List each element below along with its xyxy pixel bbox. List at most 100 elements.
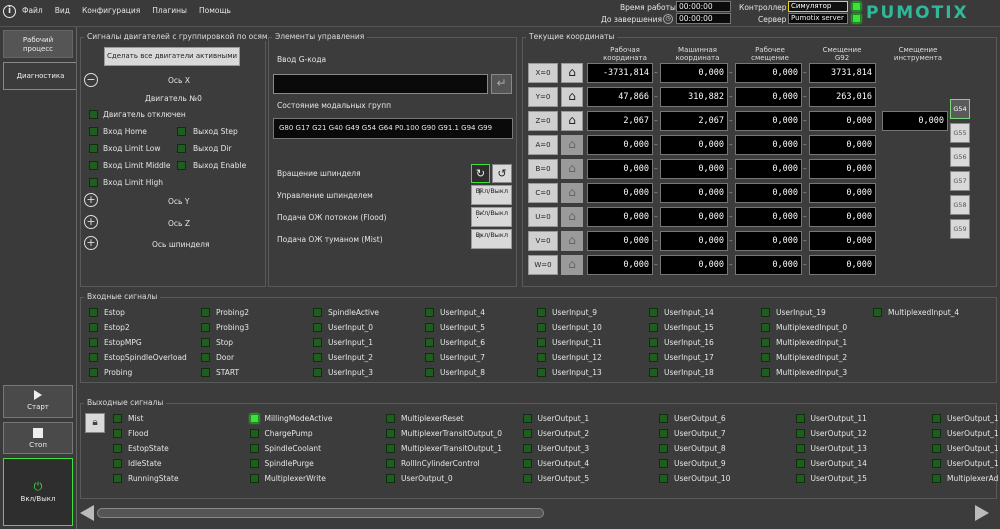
home-label: Вход Home <box>103 127 147 136</box>
signal-label: UserInput_0 <box>328 323 374 332</box>
signal-label: UserInput_3 <box>328 368 374 377</box>
signal-label: MultiplexerTransitOutput_0 <box>401 429 502 438</box>
work-process-tab[interactable]: Рабочий процесс <box>3 30 73 58</box>
work-offset-g58-button[interactable]: G58 <box>950 195 970 215</box>
separator-dash: – <box>729 116 733 125</box>
signal-led <box>537 308 546 317</box>
work-offset-g55-button[interactable]: G55 <box>950 123 970 143</box>
home-axis-icon[interactable]: ⌂ <box>561 255 583 275</box>
expand-spindle-icon[interactable]: + <box>84 236 98 250</box>
hdr-g92: Смещение G92 <box>822 46 862 62</box>
enable-led <box>177 161 186 170</box>
signal-led <box>522 459 532 468</box>
zero-axis-button[interactable]: B=0 <box>528 159 558 179</box>
signal-label: UserOutput_1 <box>947 444 999 453</box>
spindle-ccw-button[interactable]: ↺ <box>492 164 512 183</box>
spindle-toggle-button[interactable]: ⊤ Вкл/Выкл <box>471 185 512 205</box>
enable-all-motors-button[interactable]: Сделать все двигатели активными <box>104 47 240 66</box>
menu-item-0[interactable]: Файл <box>22 6 43 18</box>
diagnostics-tab[interactable]: Диагностика <box>3 62 77 90</box>
expand-z-icon[interactable]: + <box>84 215 98 229</box>
zero-axis-button[interactable]: W=0 <box>528 255 558 275</box>
flood-toggle-button[interactable]: ⋰ Вкл/Выкл <box>471 207 512 227</box>
home-axis-icon[interactable]: ⌂ <box>561 207 583 227</box>
zero-axis-button[interactable]: Y=0 <box>528 87 558 107</box>
signal-led <box>89 338 98 347</box>
coord-g92-value: 263,016 <box>809 87 876 107</box>
work-offset-g57-button[interactable]: G57 <box>950 171 970 191</box>
mist-toggle-button[interactable]: ⁘ Вкл/Выкл <box>471 229 512 249</box>
separator-dash: – <box>803 236 807 245</box>
signal-led <box>113 474 122 483</box>
signal-label: Probing2 <box>216 308 250 317</box>
home-axis-icon[interactable]: ⌂ <box>561 87 583 107</box>
dir-label: Выход Dir <box>193 144 232 153</box>
signal-led <box>386 444 395 453</box>
menu-item-2[interactable]: Конфигурация <box>82 6 140 18</box>
coord-offset-value[interactable]: 0,000 <box>735 63 802 83</box>
home-axis-icon[interactable]: ⌂ <box>561 159 583 179</box>
coord-offset-value[interactable]: 0,000 <box>735 255 802 275</box>
flood-label: Подача ОЖ потоком (Flood) <box>277 213 387 222</box>
zero-axis-button[interactable]: U=0 <box>528 207 558 227</box>
gcode-submit-button[interactable]: ↵ <box>491 74 512 94</box>
coord-machine-value: 0,000 <box>660 159 728 179</box>
signal-label: UserOutput_0 <box>401 474 453 483</box>
work-offset-g59-button[interactable]: G59 <box>950 219 970 239</box>
separator-dash: – <box>654 140 658 149</box>
coord-offset-value[interactable]: 0,000 <box>735 87 802 107</box>
expand-y-icon[interactable]: + <box>84 193 98 207</box>
lock-button[interactable]: 🔒︎ <box>85 413 105 433</box>
zero-axis-button[interactable]: X=0 <box>528 63 558 83</box>
signal-label: EstopMPG <box>104 338 142 347</box>
signal-label: Mist <box>128 414 144 423</box>
coords-group-title: Текущие координаты <box>526 32 618 41</box>
menu-item-4[interactable]: Помощь <box>199 6 231 18</box>
coord-offset-value[interactable]: 0,000 <box>735 183 802 203</box>
separator-dash: – <box>729 188 733 197</box>
power-button[interactable]: ⏻ Вкл/Выкл <box>3 458 73 526</box>
signal-label: UserInput_13 <box>552 368 602 377</box>
work-offset-g54-button[interactable]: G54 <box>950 99 970 119</box>
hdr-offset: Рабочее смещение <box>751 46 789 62</box>
coord-offset-value[interactable]: 0,000 <box>735 111 802 131</box>
separator-dash: – <box>803 68 807 77</box>
signal-label: UserOutput_10 <box>674 474 731 483</box>
gcode-input[interactable] <box>273 74 488 94</box>
home-axis-icon[interactable]: ⌂ <box>561 135 583 155</box>
signal-label: UserInput_6 <box>440 338 486 347</box>
coord-machine-value: 2,067 <box>660 111 728 131</box>
collapse-x-icon[interactable]: − <box>84 73 98 87</box>
axis-y-label: Ось Y <box>168 197 190 206</box>
signal-led <box>873 308 882 317</box>
zero-axis-button[interactable]: C=0 <box>528 183 558 203</box>
home-axis-icon[interactable]: ⌂ <box>561 231 583 251</box>
start-button[interactable]: Старт <box>3 385 73 418</box>
signal-led <box>386 474 395 483</box>
signal-label: UserOutput_15 <box>810 474 867 483</box>
zero-axis-button[interactable]: A=0 <box>528 135 558 155</box>
horizontal-scrollbar[interactable] <box>97 508 544 518</box>
info-icon[interactable]: i <box>3 5 16 18</box>
home-axis-icon[interactable]: ⌂ <box>561 183 583 203</box>
coord-offset-value[interactable]: 0,000 <box>735 231 802 251</box>
menu-item-3[interactable]: Плагины <box>152 6 187 18</box>
work-offset-g56-button[interactable]: G56 <box>950 147 970 167</box>
zero-axis-button[interactable]: V=0 <box>528 231 558 251</box>
coord-offset-value[interactable]: 0,000 <box>735 135 802 155</box>
motor-off-led <box>89 110 98 119</box>
home-axis-icon[interactable]: ⌂ <box>561 111 583 131</box>
scroll-right-arrow[interactable] <box>975 505 989 521</box>
separator-dash: – <box>654 164 658 173</box>
zero-axis-button[interactable]: Z=0 <box>528 111 558 131</box>
controller-select[interactable]: Симулятор <box>788 1 848 12</box>
home-axis-icon[interactable]: ⌂ <box>561 63 583 83</box>
scroll-left-arrow[interactable] <box>80 505 94 521</box>
stop-button[interactable]: Стоп <box>3 422 73 454</box>
coord-offset-value[interactable]: 0,000 <box>735 159 802 179</box>
modal-label: Состояние модальных групп <box>277 101 392 110</box>
menu-item-1[interactable]: Вид <box>55 6 70 18</box>
spindle-cw-button[interactable]: ↻ <box>471 164 490 183</box>
coord-offset-value[interactable]: 0,000 <box>735 207 802 227</box>
separator-dash: – <box>729 92 733 101</box>
